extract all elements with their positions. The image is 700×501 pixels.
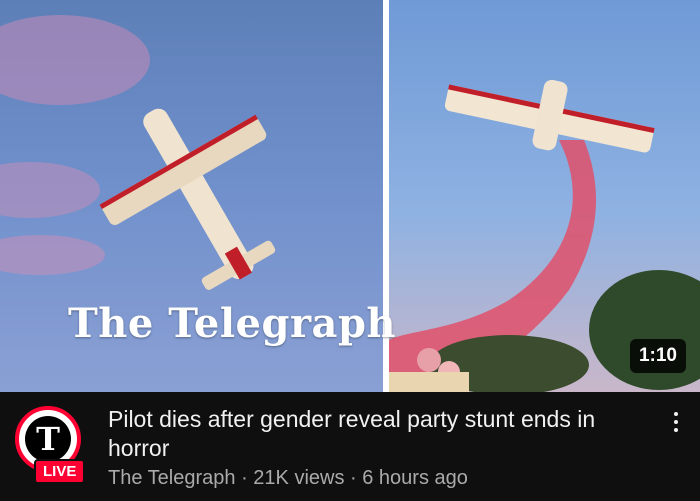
telegraph-logo-icon: T (25, 416, 71, 462)
kebab-dot (674, 428, 678, 432)
video-meta: T LIVE Pilot dies after gender reveal pa… (0, 392, 700, 501)
live-badge: LIVE (34, 459, 86, 484)
duration-badge: 1:10 (629, 339, 686, 373)
kebab-dot (674, 420, 678, 424)
video-title[interactable]: Pilot dies after gender reveal party stu… (108, 405, 653, 463)
channel-name[interactable]: The Telegraph (108, 467, 236, 489)
more-vert-icon[interactable] (666, 408, 686, 448)
channel-avatar[interactable]: T LIVE (12, 406, 92, 484)
telegraph-watermark: The Telegraph (68, 300, 397, 347)
upload-age: 6 hours ago (362, 467, 468, 489)
kebab-dot (674, 412, 678, 416)
separator: · (350, 467, 357, 489)
separator: · (241, 467, 248, 489)
view-count: 21K views (253, 467, 345, 489)
video-thumbnail[interactable]: The Telegraph 1:10 (0, 0, 700, 392)
video-byline: The Telegraph · 21K views · 6 hours ago (108, 467, 468, 490)
thumbnail-right-panel (389, 0, 700, 392)
plane-smoke-illustration (389, 79, 700, 392)
